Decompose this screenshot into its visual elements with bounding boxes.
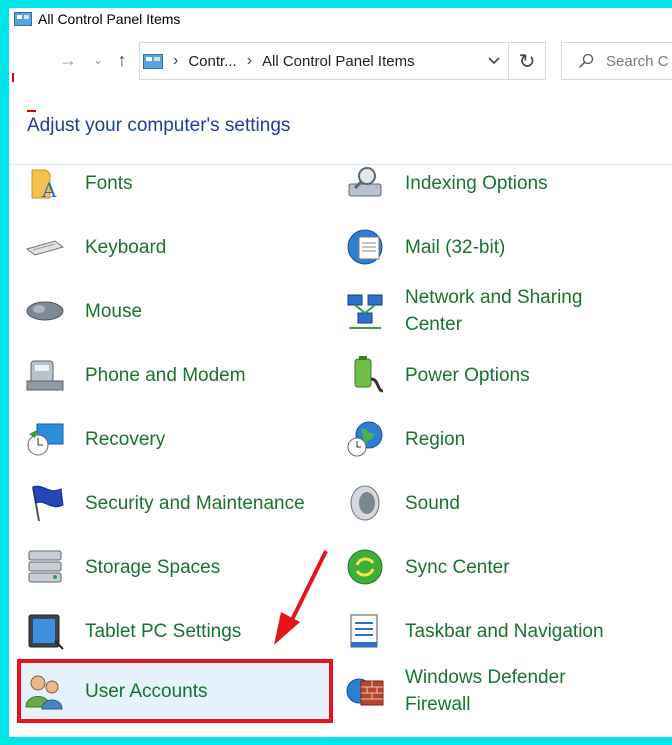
- item-label: Mouse: [85, 300, 143, 322]
- item-keyboard[interactable]: Keyboard: [23, 219, 333, 275]
- address-bar[interactable]: › Contr... › All Control Panel Items: [139, 42, 508, 80]
- up-arrow-icon[interactable]: ↑: [111, 48, 133, 72]
- item-region[interactable]: Region: [343, 411, 663, 467]
- item-label: Recovery: [85, 428, 166, 450]
- breadcrumb-all-items[interactable]: All Control Panel Items: [262, 53, 415, 70]
- item-label: Taskbar and Navigation: [405, 620, 604, 642]
- item-power-options[interactable]: Power Options: [343, 347, 663, 403]
- item-label-line2: Firewall: [405, 694, 471, 715]
- item-taskbar-and-navigation[interactable]: Taskbar and Navigation: [343, 603, 663, 659]
- mouse-icon: [23, 289, 67, 333]
- item-sound[interactable]: Sound: [343, 475, 663, 531]
- search-icon: [578, 53, 594, 69]
- item-label: Keyboard: [85, 236, 167, 258]
- red-mark: [12, 73, 14, 82]
- item-network-and-sharing-center[interactable]: Network and Sharing Center: [343, 283, 663, 339]
- item-label-line2: Center: [405, 314, 463, 335]
- item-label-line1: Windows Defender: [405, 667, 566, 688]
- item-label: Phone and Modem: [85, 364, 246, 386]
- control-panel-icon: [14, 12, 32, 26]
- page-heading: Adjust your computer's settings: [27, 115, 291, 136]
- item-label: Sound: [405, 492, 460, 514]
- red-mark: [27, 110, 36, 112]
- item-label: Indexing Options: [405, 172, 548, 194]
- phone-modem-icon: [23, 353, 67, 397]
- mail-icon: [343, 225, 387, 269]
- item-label: User Accounts: [85, 680, 208, 702]
- window-title: All Control Panel Items: [38, 11, 181, 27]
- item-mail[interactable]: Mail (32-bit): [343, 219, 663, 275]
- item-label: Tablet PC Settings: [85, 620, 242, 642]
- refresh-button[interactable]: ↻: [508, 42, 546, 80]
- item-label: Fonts: [85, 172, 133, 194]
- item-phone-and-modem[interactable]: Phone and Modem: [23, 347, 333, 403]
- svg-text:A: A: [41, 178, 57, 202]
- item-label-line1: Network and Sharing: [405, 287, 583, 308]
- item-windows-defender-firewall[interactable]: Windows Defender Firewall: [343, 663, 663, 719]
- network-icon: [343, 289, 387, 333]
- chevron-right-icon: ›: [246, 52, 253, 69]
- control-panel-icon: [143, 53, 163, 69]
- security-flag-icon: [23, 481, 67, 525]
- forward-arrow-icon[interactable]: →: [57, 48, 79, 72]
- item-recovery[interactable]: Recovery: [23, 411, 333, 467]
- recent-locations-chevron-icon[interactable]: ⌄: [87, 48, 109, 72]
- search-placeholder: Search C: [606, 52, 669, 70]
- item-sync-center[interactable]: Sync Center: [343, 539, 663, 595]
- chevron-down-icon[interactable]: [488, 54, 500, 66]
- navigation-bar: → ⌄ ↑ › Contr... › All Control Panel Ite…: [9, 40, 672, 80]
- item-storage-spaces[interactable]: Storage Spaces: [23, 539, 333, 595]
- item-label: Security and Maintenance: [85, 492, 305, 514]
- taskbar-icon: [343, 609, 387, 653]
- firewall-icon: [343, 669, 387, 713]
- user-accounts-icon: [23, 669, 67, 713]
- fonts-icon: A: [23, 161, 67, 205]
- item-user-accounts[interactable]: User Accounts: [23, 663, 333, 719]
- tablet-pc-icon: [23, 609, 67, 653]
- indexing-icon: [343, 161, 387, 205]
- item-label: Network and Sharing Center: [405, 284, 582, 338]
- item-label: Sync Center: [405, 556, 510, 578]
- item-label: Power Options: [405, 364, 530, 386]
- sync-center-icon: [343, 545, 387, 589]
- breadcrumb-control-panel[interactable]: Contr...: [188, 53, 236, 70]
- item-indexing-options[interactable]: Indexing Options: [343, 155, 663, 211]
- chevron-right-icon: ›: [173, 52, 179, 69]
- item-mouse[interactable]: Mouse: [23, 283, 333, 339]
- item-fonts[interactable]: A Fonts: [23, 155, 333, 211]
- item-label: Mail (32-bit): [405, 236, 506, 258]
- control-panel-window: All Control Panel Items → ⌄ ↑ › Contr...…: [9, 8, 672, 737]
- keyboard-icon: [23, 225, 67, 269]
- sound-speaker-icon: [343, 481, 387, 525]
- recovery-icon: [23, 417, 67, 461]
- item-tablet-pc-settings[interactable]: Tablet PC Settings: [23, 603, 333, 659]
- item-security-and-maintenance[interactable]: Security and Maintenance: [23, 475, 333, 531]
- item-label: Windows Defender Firewall: [405, 664, 566, 718]
- item-label: Region: [405, 428, 466, 450]
- item-label: Storage Spaces: [85, 556, 221, 578]
- storage-spaces-icon: [23, 545, 67, 589]
- search-input[interactable]: Search C: [561, 42, 672, 80]
- region-globe-icon: [343, 417, 387, 461]
- title-bar: All Control Panel Items: [9, 8, 672, 30]
- power-icon: [343, 353, 387, 397]
- refresh-icon: ↻: [518, 50, 536, 73]
